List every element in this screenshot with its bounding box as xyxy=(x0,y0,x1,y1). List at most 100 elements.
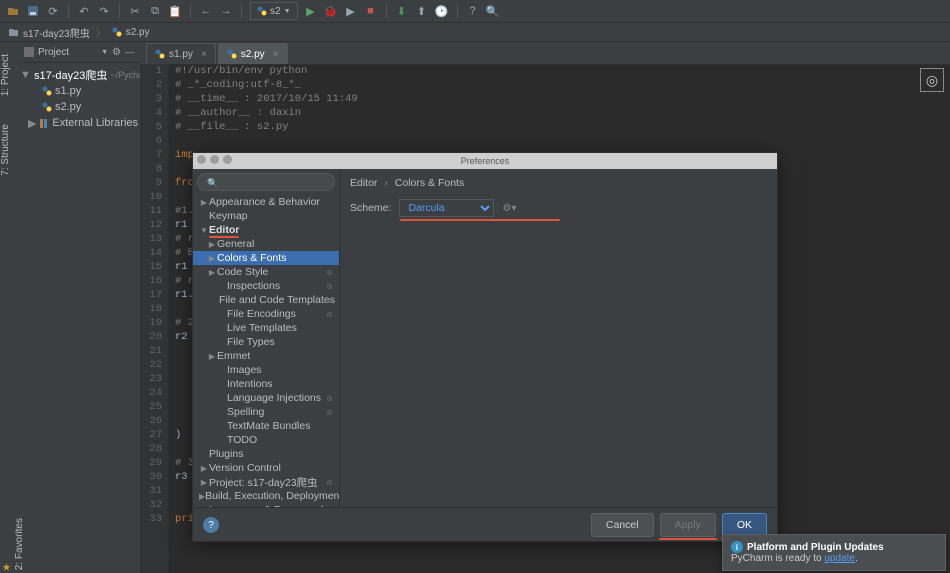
tree-item-label: TextMate Bundles xyxy=(227,420,310,432)
close-icon[interactable]: × xyxy=(273,49,279,60)
preferences-tree-item[interactable]: ▶General xyxy=(193,237,339,251)
forward-icon[interactable]: → xyxy=(219,4,233,18)
chevron-down-icon: ▼ xyxy=(199,226,209,235)
run-config-selector[interactable]: s2 ▼ xyxy=(250,2,298,20)
scope-indicator-icon: ⊚ xyxy=(326,506,333,508)
coverage-icon[interactable]: ▶ xyxy=(344,4,358,18)
gear-icon[interactable]: ⚙▾ xyxy=(502,203,516,214)
tree-item-label: Live Templates xyxy=(227,322,297,334)
preferences-tree-item[interactable]: ▶Languages & Frameworks⊚ xyxy=(193,503,339,507)
breadcrumb-file[interactable]: s2.py xyxy=(126,27,150,38)
external-libraries[interactable]: ▶ External Libraries xyxy=(20,115,138,131)
favorites-tool-tab[interactable]: ★ 2: Favorites xyxy=(2,518,36,573)
editor-tab[interactable]: s2.py× xyxy=(218,43,288,64)
paste-icon[interactable]: 📋 xyxy=(168,4,182,18)
preferences-tree-item[interactable]: Inspections⊚ xyxy=(193,279,339,293)
preferences-tree-item[interactable]: ▶Emmet xyxy=(193,349,339,363)
tab-label: s1.py xyxy=(169,49,193,60)
left-tool-stripe: 1: Project 7: Structure xyxy=(0,42,19,573)
chevron-right-icon: 〉 xyxy=(96,25,106,40)
tree-item-label: Code Style xyxy=(217,266,268,278)
project-file[interactable]: s1.py xyxy=(20,83,138,99)
chevron-right-icon: › xyxy=(384,177,388,189)
close-icon[interactable]: × xyxy=(201,49,207,60)
preferences-breadcrumb: Editor › Colors & Fonts xyxy=(350,177,767,189)
info-icon: i xyxy=(731,541,743,553)
collapse-icon[interactable]: — xyxy=(125,47,134,57)
run-config-label: s2 xyxy=(270,6,281,17)
preferences-tree-item[interactable]: Plugins xyxy=(193,447,339,461)
save-icon[interactable] xyxy=(26,4,40,18)
scheme-label: Scheme: xyxy=(350,202,391,214)
preferences-tree: ▶Appearance & BehaviorKeymap▼Editor▶Gene… xyxy=(193,195,339,507)
file-label: s2.py xyxy=(55,101,81,113)
python-file-icon xyxy=(227,49,237,59)
preferences-tree-item[interactable]: Spelling⊚ xyxy=(193,405,339,419)
help-button[interactable]: ? xyxy=(203,517,219,533)
tree-item-label: File and Code Templates xyxy=(219,294,335,306)
notification-balloon[interactable]: iPlatform and Plugin Updates PyCharm is … xyxy=(722,534,946,571)
redo-icon[interactable]: ↷ xyxy=(97,4,111,18)
preferences-tree-item[interactable]: Images xyxy=(193,363,339,377)
preferences-tree-item[interactable]: Live Templates xyxy=(193,321,339,335)
project-panel: Project ▼ ⚙ — ▼ s17-day23爬虫 ~/PycharmPr … xyxy=(18,42,141,573)
preferences-tree-item[interactable]: ▶Version Control xyxy=(193,461,339,475)
preferences-tree-item[interactable]: TODO xyxy=(193,433,339,447)
cancel-button[interactable]: Cancel xyxy=(591,513,654,537)
editor-tab[interactable]: s1.py × xyxy=(146,43,216,64)
preferences-tree-item[interactable]: ▶Colors & Fonts xyxy=(193,251,339,265)
python-file-icon xyxy=(42,86,52,96)
refresh-icon[interactable]: ⟳ xyxy=(46,4,60,18)
cut-icon[interactable]: ✂ xyxy=(128,4,142,18)
preferences-tree-item[interactable]: Keymap xyxy=(193,209,339,223)
preferences-tree-item[interactable]: ▶Build, Execution, Deployment xyxy=(193,489,339,503)
preferences-tree-item[interactable]: ▶Appearance & Behavior xyxy=(193,195,339,209)
notification-title: Platform and Plugin Updates xyxy=(747,542,884,553)
vcs-update-icon[interactable]: ⬇ xyxy=(395,4,409,18)
preferences-tree-item[interactable]: File and Code Templates⊚ xyxy=(193,293,339,307)
chevron-right-icon: ▶ xyxy=(207,254,217,263)
gear-icon[interactable]: ⚙ xyxy=(112,47,121,58)
window-controls[interactable] xyxy=(197,155,232,164)
update-link[interactable]: update xyxy=(824,553,855,564)
tree-item-label: Languages & Frameworks xyxy=(209,504,332,507)
search-icon[interactable]: 🔍 xyxy=(486,4,500,18)
chevron-down-icon: ▼ xyxy=(284,8,291,15)
preferences-tree-item[interactable]: Language Injections⊚ xyxy=(193,391,339,405)
gutter: 1234567891011121314151617181920212223242… xyxy=(140,64,169,573)
apply-button[interactable]: Apply xyxy=(660,513,716,537)
annotation-underline xyxy=(400,219,560,221)
scope-indicator-icon: ⊚ xyxy=(326,296,333,305)
preferences-tree-item[interactable]: ▶Code Style⊚ xyxy=(193,265,339,279)
back-icon[interactable]: ← xyxy=(199,4,213,18)
preferences-tree-item[interactable]: Intentions xyxy=(193,377,339,391)
preferences-sidebar: 🔍 ▶Appearance & BehaviorKeymap▼Editor▶Ge… xyxy=(193,169,340,507)
open-icon[interactable] xyxy=(6,4,20,18)
main-toolbar: ⟳ ↶ ↷ ✂ ⧉ 📋 ← → s2 ▼ ▶ 🐞 ▶ ■ ⬇ ⬆ 🕑 ? 🔍 xyxy=(0,0,950,23)
python-file-icon xyxy=(112,27,122,37)
run-icon[interactable]: ▶ xyxy=(304,4,318,18)
preferences-tree-item[interactable]: File Encodings⊚ xyxy=(193,307,339,321)
preferences-tree-item[interactable]: TextMate Bundles xyxy=(193,419,339,433)
undo-icon[interactable]: ↶ xyxy=(77,4,91,18)
project-tool-tab[interactable]: 1: Project xyxy=(0,50,11,100)
project-root[interactable]: ▼ s17-day23爬虫 ~/PycharmPr xyxy=(20,67,138,83)
copy-icon[interactable]: ⧉ xyxy=(148,4,162,18)
settings-icon[interactable]: ? xyxy=(466,4,480,18)
preferences-tree-item[interactable]: File Types xyxy=(193,335,339,349)
chevron-down-icon: ▼ xyxy=(20,69,28,81)
structure-tool-tab[interactable]: 7: Structure xyxy=(0,120,11,180)
preferences-tree-item[interactable]: ▶Project: s17-day23爬虫⊚ xyxy=(193,475,339,489)
preferences-tree-item[interactable]: ▼Editor xyxy=(193,223,339,237)
breadcrumb-folder[interactable]: s17-day23爬虫 xyxy=(23,25,90,40)
debug-icon[interactable]: 🐞 xyxy=(324,4,338,18)
project-file[interactable]: s2.py xyxy=(20,99,138,115)
chevron-down-icon[interactable]: ▼ xyxy=(101,49,108,56)
stop-icon[interactable]: ■ xyxy=(364,4,378,18)
project-tree: ▼ s17-day23爬虫 ~/PycharmPr s1.py s2.py ▶ … xyxy=(18,63,140,135)
folder-icon xyxy=(8,27,19,38)
vcs-history-icon[interactable]: 🕑 xyxy=(435,4,449,18)
scheme-select[interactable]: Darcula xyxy=(399,199,494,217)
tree-item-label: Editor xyxy=(209,224,239,236)
vcs-commit-icon[interactable]: ⬆ xyxy=(415,4,429,18)
